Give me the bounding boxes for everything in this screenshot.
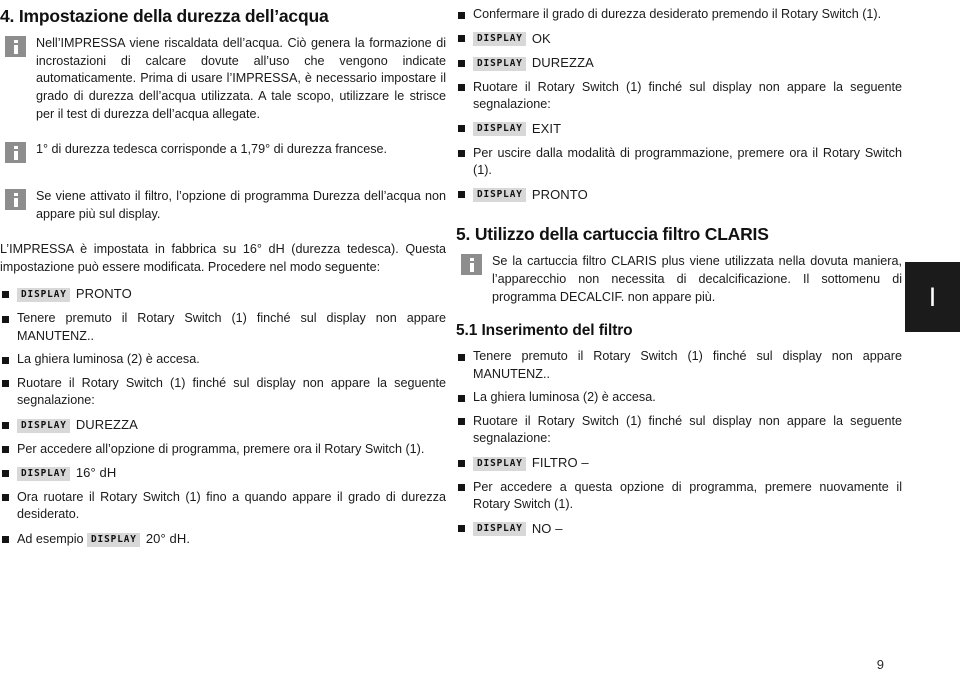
info-icon	[5, 142, 26, 164]
list-item: Ad esempio DISPLAY 20° dH.	[0, 530, 446, 549]
bullet-square-icon	[2, 446, 9, 454]
display-value: FILTRO –	[531, 455, 589, 471]
bullet-square-icon	[2, 315, 9, 323]
list-item: Tenere premuto il Rotary Switch (1) finc…	[456, 348, 902, 383]
list-item-text: Per uscire dalla modalità di programmazi…	[473, 145, 902, 178]
bullet-square-icon	[458, 394, 465, 402]
list-item-text: Tenere premuto il Rotary Switch (1) finc…	[17, 311, 446, 343]
info-icon	[5, 189, 26, 211]
list-item: DISPLAY DUREZZA	[0, 416, 446, 435]
bullet-square-icon	[458, 353, 465, 361]
list-item-text: Ruotare il Rotary Switch (1) finché sul …	[473, 79, 902, 112]
section-heading-5: 5. Utilizzo della cartuccia filtro CLARI…	[456, 224, 769, 245]
list-item: Confermare il grado di durezza desiderat…	[456, 6, 902, 24]
list-item: Per uscire dalla modalità di programmazi…	[456, 145, 902, 180]
display-badge: DISPLAY	[473, 32, 526, 47]
display-badge: DISPLAY	[473, 188, 526, 203]
list-item: DISPLAY DUREZZA	[456, 54, 902, 73]
list-item: Per accedere all’opzione di programma, p…	[0, 441, 446, 459]
info-note-text: Se la cartuccia filtro CLARIS plus viene…	[492, 254, 902, 304]
list-item: DISPLAY EXIT	[456, 120, 902, 139]
bullet-square-icon	[458, 125, 465, 133]
list-item: La ghiera luminosa (2) è accesa.	[0, 351, 446, 369]
list-item-text: La ghiera luminosa (2) è accesa.	[473, 390, 656, 405]
list-item: Ora ruotare il Rotary Switch (1) fino a …	[0, 489, 446, 524]
info-icon	[5, 36, 26, 58]
display-badge: DISPLAY	[473, 522, 526, 537]
list-item-text: Ruotare il Rotary Switch (1) finché sul …	[17, 375, 446, 408]
list-item: DISPLAY 16° dH	[0, 464, 446, 483]
page-title: 4. Impostazione della durezza dell’acqua	[0, 6, 329, 26]
info-note: Nell’IMPRESSA viene riscaldata dell’acqu…	[0, 35, 446, 123]
bullet-square-icon	[2, 290, 9, 298]
display-value: 20° dH.	[145, 531, 191, 546]
bullet-square-icon	[458, 191, 465, 199]
list-item: DISPLAY FILTRO –	[456, 454, 902, 473]
list-item: Ruotare il Rotary Switch (1) finché sul …	[456, 79, 902, 114]
display-badge: DISPLAY	[17, 418, 70, 433]
bullet-square-icon	[458, 59, 465, 67]
info-note-text: Se viene attivato il filtro, l’opzione d…	[36, 189, 446, 221]
body-paragraph: L’IMPRESSA è impostata in fabbrica su 16…	[0, 242, 446, 274]
list-item: Ruotare il Rotary Switch (1) finché sul …	[456, 413, 902, 448]
bullet-square-icon	[458, 459, 465, 467]
list-item-text: Ruotare il Rotary Switch (1) finché sul …	[473, 413, 902, 446]
page-number: 9	[876, 657, 884, 672]
bullet-square-icon	[458, 11, 465, 19]
list-item-prefix: Ad esempio	[17, 532, 84, 546]
display-value: PRONTO	[75, 286, 132, 302]
display-badge: DISPLAY	[87, 532, 140, 547]
list-item: DISPLAY PRONTO	[456, 186, 902, 205]
bullet-square-icon	[458, 84, 465, 92]
list-item-text: Confermare il grado di durezza desiderat…	[473, 7, 882, 21]
list-item-text: La ghiera luminosa (2) è accesa.	[17, 352, 200, 367]
list-item: La ghiera luminosa (2) è accesa.	[456, 389, 902, 407]
right-column: Confermare il grado di durezza desiderat…	[452, 0, 902, 544]
display-value: OK	[531, 30, 551, 46]
display-badge: DISPLAY	[473, 456, 526, 471]
list-item-text: Ora ruotare il Rotary Switch (1) fino a …	[17, 489, 446, 522]
bullet-square-icon	[458, 525, 465, 533]
bullet-square-icon	[2, 356, 9, 364]
bullet-square-icon	[458, 418, 465, 426]
language-tab: I	[905, 262, 960, 332]
list-item-text: Per accedere a questa opzione di program…	[473, 479, 902, 512]
list-item: Per accedere a questa opzione di program…	[456, 479, 902, 514]
bullet-square-icon	[2, 469, 9, 477]
left-column: 4. Impostazione della durezza dell’acqua…	[0, 0, 446, 555]
info-icon	[461, 254, 482, 276]
display-value: PRONTO	[531, 186, 588, 202]
bullet-square-icon	[2, 535, 9, 543]
bullet-square-icon	[2, 421, 9, 429]
bullet-square-icon	[2, 380, 9, 388]
display-badge: DISPLAY	[473, 56, 526, 71]
info-note: 1° di durezza tedesca corrisponde a 1,79…	[0, 141, 446, 164]
info-note-text: 1° di durezza tedesca corrisponde a 1,79…	[36, 142, 388, 157]
display-value: NO –	[531, 520, 563, 536]
display-value: EXIT	[531, 120, 562, 136]
display-badge: DISPLAY	[17, 466, 70, 481]
bullet-square-icon	[458, 35, 465, 43]
display-value: 16° dH	[75, 465, 117, 481]
list-item: DISPLAY OK	[456, 30, 902, 49]
subsection-heading-5-1: 5.1 Inserimento del filtro	[456, 322, 633, 340]
display-value: DUREZZA	[75, 417, 138, 433]
info-note: Se viene attivato il filtro, l’opzione d…	[0, 188, 446, 223]
list-item-text: Per accedere all’opzione di programma, p…	[17, 441, 425, 456]
list-item: Ruotare il Rotary Switch (1) finché sul …	[0, 375, 446, 410]
manual-page: 4. Impostazione della durezza dell’acqua…	[0, 0, 960, 680]
bullet-square-icon	[2, 494, 9, 502]
info-note-text: Nell’IMPRESSA viene riscaldata dell’acqu…	[36, 36, 446, 121]
display-badge: DISPLAY	[17, 287, 70, 302]
list-item: DISPLAY NO –	[456, 520, 902, 539]
bullet-square-icon	[458, 484, 465, 492]
list-item: DISPLAY PRONTO	[0, 285, 446, 304]
display-value: DUREZZA	[531, 55, 594, 71]
list-item: Tenere premuto il Rotary Switch (1) finc…	[0, 310, 446, 345]
bullet-square-icon	[458, 150, 465, 158]
list-item-text: Tenere premuto il Rotary Switch (1) finc…	[473, 349, 902, 381]
display-badge: DISPLAY	[473, 122, 526, 137]
info-note: Se la cartuccia filtro CLARIS plus viene…	[456, 253, 902, 306]
